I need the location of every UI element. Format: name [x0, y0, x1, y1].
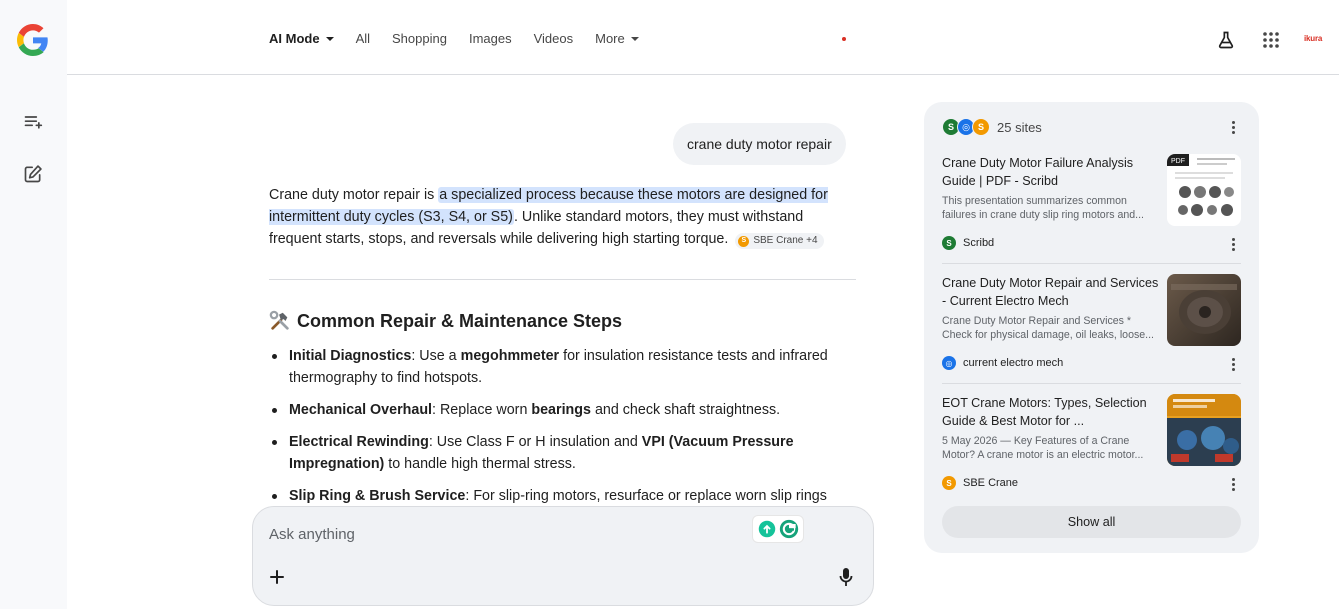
step-text: to handle high thermal stress. [384, 456, 576, 472]
more-options-icon[interactable] [1225, 476, 1241, 492]
motor-photo-thumbnail [1167, 274, 1241, 346]
source-site-name: SBE Crane [963, 477, 1019, 489]
tab-label: More [595, 31, 625, 46]
add-attachment-button[interactable] [267, 567, 287, 587]
tab-all[interactable]: All [356, 31, 370, 46]
chevron-down-icon [325, 37, 334, 41]
scribd-favicon: S [942, 236, 956, 250]
sources-panel: S ◎ S 25 sites Crane Duty Motor Failure … [924, 102, 1259, 553]
sbe-crane-favicon: S [942, 476, 956, 490]
ai-answer-paragraph: Crane duty motor repair is a specialized… [269, 184, 859, 250]
tab-videos[interactable]: Videos [534, 31, 574, 46]
repair-steps-list: Initial Diagnostics: Use a megohmmeter f… [272, 345, 859, 517]
grammarly-logo-icon[interactable] [779, 519, 799, 539]
step-text: : For slip-ring motors, resurface or rep… [465, 488, 827, 504]
grammarly-suggest-icon[interactable] [758, 520, 776, 538]
tab-label: Videos [533, 31, 574, 46]
ask-input[interactable] [269, 523, 749, 545]
google-logo[interactable] [17, 24, 49, 56]
step-strong: megohmmeter [460, 348, 560, 364]
plus-icon [270, 570, 284, 584]
source-site: S Scribd [942, 236, 994, 250]
sbe-crane-favicon: S [738, 235, 750, 247]
pdf-document-thumbnail: PDF [1167, 154, 1241, 226]
source-thumbnail[interactable] [1167, 274, 1241, 346]
more-options-icon[interactable] [1225, 236, 1241, 252]
citation-chip-label: SBE Crane +4 [753, 235, 818, 246]
account-avatar[interactable]: ikura [1304, 34, 1322, 43]
source-site-name: Scribd [963, 237, 995, 249]
list-item: Mechanical Overhaul: Replace worn bearin… [272, 399, 859, 421]
list-item: Initial Diagnostics: Use a megohmmeter f… [272, 345, 859, 389]
source-snippet: This presentation summarizes common fail… [942, 195, 1144, 221]
new-chat-icon[interactable] [20, 161, 46, 187]
step-term: Electrical Rewinding [289, 434, 429, 450]
section-heading: Common Repair & Maintenance Steps [269, 310, 622, 332]
show-all-button[interactable]: Show all [942, 506, 1241, 538]
hammer-wrench-icon [269, 310, 289, 330]
list-item: Slip Ring & Brush Service: For slip-ring… [272, 485, 859, 507]
pdf-badge: PDF [1171, 158, 1185, 165]
grammarly-widget[interactable] [753, 516, 803, 542]
source-card-current-electro[interactable]: Crane Duty Motor Repair and Services - C… [942, 274, 1241, 374]
section-divider [269, 279, 856, 280]
source-snippet: 5 May 2026 — Key Features of a Crane Mot… [942, 435, 1144, 461]
more-options-icon[interactable] [1225, 119, 1241, 135]
step-term: Slip Ring & Brush Service [289, 488, 466, 504]
source-site-name: current electro mech [963, 357, 1064, 369]
sites-count: 25 sites [997, 119, 1042, 135]
voice-input-button[interactable] [835, 566, 857, 588]
ask-composer [252, 506, 874, 606]
source-divider [942, 263, 1241, 264]
labs-flask-icon[interactable] [1215, 29, 1237, 51]
source-thumbnail[interactable]: PDF [1167, 154, 1241, 226]
notification-dot [842, 37, 846, 41]
list-item: Electrical Rewinding: Use Class F or H i… [272, 431, 859, 475]
step-strong: bearings [531, 402, 591, 418]
tab-label: Shopping [392, 31, 447, 46]
step-text: : Replace worn [432, 402, 532, 418]
current-electro-favicon: ◎ [942, 356, 956, 370]
citation-chip[interactable]: S SBE Crane +4 [735, 233, 824, 249]
source-site: S SBE Crane [942, 476, 1018, 490]
left-rail [0, 0, 67, 609]
answer-lead: Crane duty motor repair is [269, 187, 439, 203]
app-root: AI Mode All Shopping Images Videos More … [0, 0, 1339, 609]
source-card-sbe-crane[interactable]: EOT Crane Motors: Types, Selection Guide… [942, 394, 1241, 494]
tab-label: Images [468, 31, 512, 46]
search-mode-tabs: AI Mode All Shopping Images Videos More [269, 31, 661, 46]
step-text: and check shaft straightness. [590, 402, 781, 418]
step-term: Mechanical Overhaul [289, 402, 433, 418]
source-title[interactable]: EOT Crane Motors: Types, Selection Guide… [942, 394, 1160, 430]
source-thumbnail[interactable] [1167, 394, 1241, 466]
user-query-bubble: crane duty motor repair [673, 123, 846, 165]
source-card-scribd[interactable]: Crane Duty Motor Failure Analysis Guide … [942, 154, 1241, 254]
tab-label: AI Mode [269, 31, 320, 46]
crane-motors-thumbnail [1167, 394, 1241, 466]
chevron-down-icon [630, 37, 639, 41]
step-text: : Use Class F or H insulation and [428, 434, 642, 450]
tab-images[interactable]: Images [469, 31, 512, 46]
more-options-icon[interactable] [1225, 356, 1241, 372]
apps-grid-icon[interactable] [1260, 29, 1282, 51]
section-title-text: Common Repair & Maintenance Steps [297, 310, 623, 331]
tab-shopping[interactable]: Shopping [392, 31, 447, 46]
sbe-crane-favicon: S [972, 118, 990, 136]
step-term: Initial Diagnostics [289, 348, 412, 364]
source-title[interactable]: Crane Duty Motor Failure Analysis Guide … [942, 154, 1160, 190]
microphone-icon [839, 568, 853, 586]
source-divider [942, 383, 1241, 384]
favicon-stack: S ◎ S [942, 118, 990, 136]
top-header: AI Mode All Shopping Images Videos More … [67, 0, 1339, 75]
source-snippet: Crane Duty Motor Repair and Services * C… [942, 315, 1154, 341]
source-title[interactable]: Crane Duty Motor Repair and Services - C… [942, 274, 1160, 310]
source-site: ◎ current electro mech [942, 356, 1063, 370]
history-list-icon[interactable] [20, 109, 46, 135]
tab-label: All [355, 31, 371, 46]
step-text: : Use a [411, 348, 461, 364]
tab-more[interactable]: More [595, 31, 639, 46]
sources-header[interactable]: S ◎ S 25 sites [942, 118, 1042, 136]
tab-ai-mode[interactable]: AI Mode [269, 31, 334, 46]
